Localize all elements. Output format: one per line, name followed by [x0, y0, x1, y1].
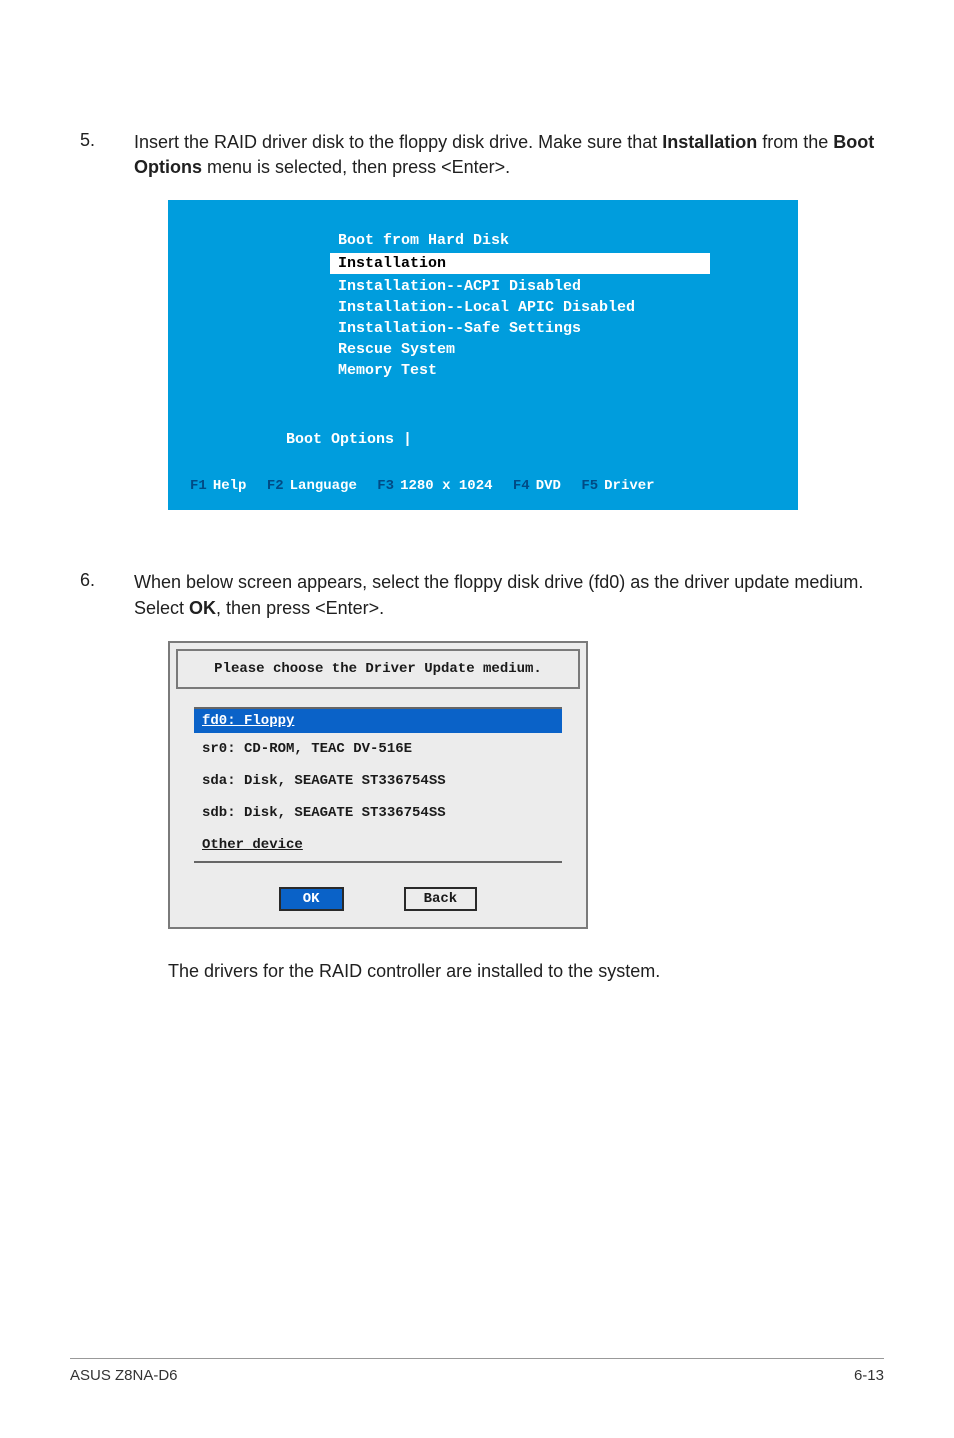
boot-item[interactable]: Installation--Safe Settings: [330, 318, 776, 339]
list-item[interactable]: sda: Disk, SEAGATE ST336754SS: [194, 765, 562, 797]
bold-ok: OK: [189, 598, 216, 618]
list-item[interactable]: sdb: Disk, SEAGATE ST336754SS: [194, 797, 562, 829]
boot-menu: Boot from Hard Disk Installation Install…: [330, 230, 776, 381]
fkey-label: F5: [581, 478, 598, 494]
ok-button[interactable]: OK: [279, 887, 344, 911]
boot-item[interactable]: Installation--ACPI Disabled: [330, 276, 776, 297]
list-item[interactable]: sr0: CD-ROM, TEAC DV-516E: [194, 733, 562, 765]
back-button[interactable]: Back: [404, 887, 478, 911]
text-frag: menu is selected, then press <Enter>.: [202, 157, 510, 177]
fkey-label: F2: [267, 478, 284, 494]
text-frag: Insert the RAID driver disk to the flopp…: [134, 132, 662, 152]
fkey-label: F4: [513, 478, 530, 494]
fkey-text: Driver: [604, 478, 654, 494]
step-text: Insert the RAID driver disk to the flopp…: [134, 130, 884, 180]
boot-options-label: Boot Options |: [286, 431, 776, 448]
list-item-selected[interactable]: fd0: Floppy: [194, 707, 562, 733]
dialog-list: fd0: Floppy sr0: CD-ROM, TEAC DV-516E sd…: [194, 707, 562, 863]
boot-footer: F1 Help F2 Language F3 1280 x 1024 F4 DV…: [190, 478, 776, 494]
step-5: 5. Insert the RAID driver disk to the fl…: [70, 130, 884, 180]
fkey-label: F3: [377, 478, 394, 494]
text-frag: , then press <Enter>.: [216, 598, 384, 618]
final-paragraph: The drivers for the RAID controller are …: [168, 959, 884, 984]
boot-item[interactable]: Installation--Local APIC Disabled: [330, 297, 776, 318]
page-footer: ASUS Z8NA-D6 6-13: [70, 1358, 884, 1384]
footer-right: 6-13: [854, 1367, 884, 1384]
step-text: When below screen appears, select the fl…: [134, 570, 884, 620]
footer-left: ASUS Z8NA-D6: [70, 1367, 178, 1384]
step-6: 6. When below screen appears, select the…: [70, 570, 884, 620]
step-number: 5.: [70, 130, 100, 180]
fkey-text: Language: [290, 478, 357, 494]
step-number: 6.: [70, 570, 100, 620]
fkey-text: DVD: [536, 478, 561, 494]
text-frag: from the: [757, 132, 833, 152]
fkey-text: Help: [213, 478, 247, 494]
boot-item[interactable]: Boot from Hard Disk: [330, 230, 776, 251]
list-item[interactable]: Other device: [194, 829, 562, 861]
boot-item[interactable]: Memory Test: [330, 360, 776, 381]
boot-item[interactable]: Rescue System: [330, 339, 776, 360]
bold-installation: Installation: [662, 132, 757, 152]
dialog-title: Please choose the Driver Update medium.: [176, 649, 580, 689]
driver-dialog: Please choose the Driver Update medium. …: [168, 641, 588, 929]
fkey-label: F1: [190, 478, 207, 494]
fkey-text: 1280 x 1024: [400, 478, 492, 494]
boot-screen: Boot from Hard Disk Installation Install…: [168, 200, 798, 510]
boot-item-selected[interactable]: Installation: [330, 253, 710, 274]
